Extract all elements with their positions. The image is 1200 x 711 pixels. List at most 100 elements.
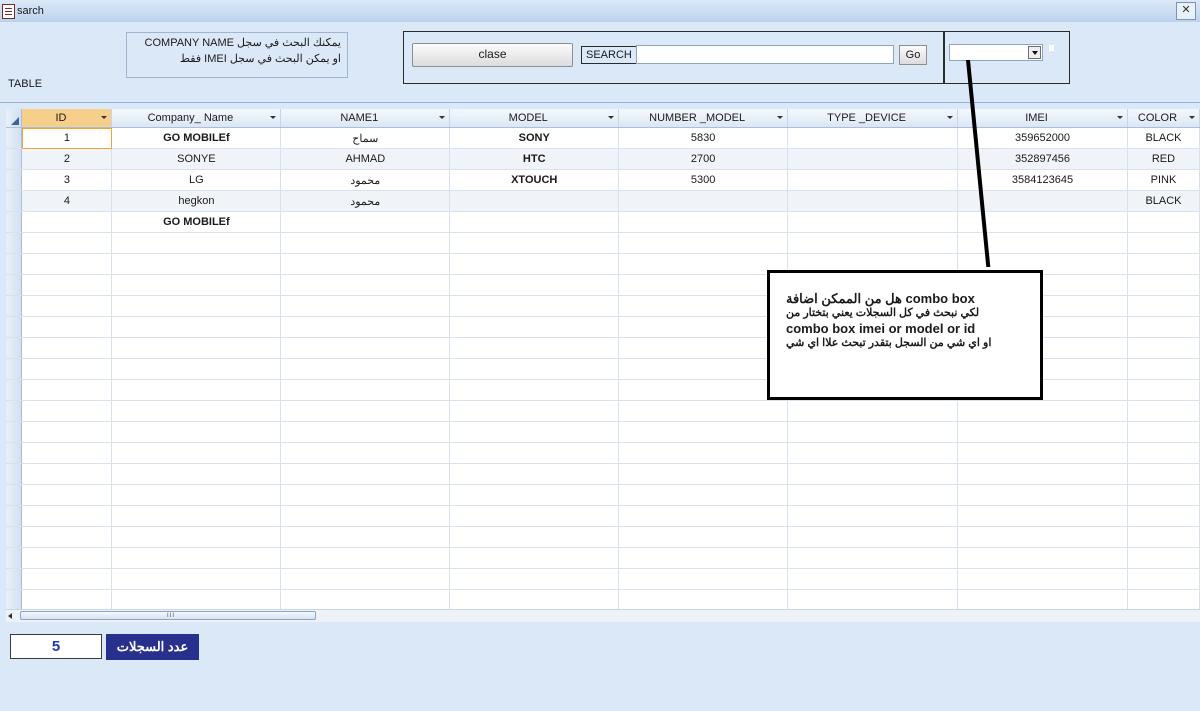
table-cell[interactable]: GO MOBILEf [111,127,282,149]
table-cell[interactable] [280,316,451,338]
table-cell[interactable] [787,190,959,212]
table-cell[interactable]: 4 [21,190,113,212]
table-cell[interactable]: سماح [280,127,451,149]
table-cell[interactable] [280,505,451,527]
record-selector[interactable] [6,568,23,590]
empty-row[interactable] [6,568,1200,590]
table-cell[interactable] [21,400,113,422]
table-cell[interactable]: 2 [21,148,113,170]
table-cell[interactable] [787,421,959,443]
table-cell[interactable] [280,568,451,590]
table-cell[interactable] [1127,253,1200,275]
table-cell[interactable] [787,526,959,548]
record-selector[interactable] [6,148,23,170]
table-cell[interactable] [449,274,620,296]
table-cell[interactable] [449,547,620,569]
table-cell[interactable] [21,379,113,401]
table-cell[interactable] [280,274,451,296]
table-cell[interactable] [1127,505,1200,527]
record-selector[interactable] [6,316,23,338]
table-cell[interactable] [111,316,282,338]
table-cell[interactable]: محمود [280,190,451,212]
record-selector[interactable] [6,358,23,380]
chevron-down-icon[interactable] [101,116,108,119]
table-cell[interactable] [21,484,113,506]
column-header-name1[interactable]: NAME1 [280,109,451,128]
table-cell[interactable] [111,358,282,380]
empty-row[interactable] [6,505,1200,527]
table-cell[interactable] [21,274,113,296]
chevron-down-icon[interactable] [270,116,277,119]
table-cell[interactable]: محمود [280,169,451,191]
table-cell[interactable] [618,295,789,317]
table-cell[interactable] [449,337,620,359]
table-cell[interactable] [618,463,789,485]
table-cell[interactable] [111,484,282,506]
table-cell[interactable] [1127,295,1200,317]
table-cell[interactable]: BLACK [1127,127,1200,149]
window-close-button[interactable]: ✕ [1176,2,1196,20]
table-cell[interactable]: 5300 [618,169,789,191]
record-selector[interactable] [6,295,23,317]
record-selector[interactable] [6,442,23,464]
table-cell[interactable]: SONYE [111,148,282,170]
table-cell[interactable] [111,442,282,464]
table-cell[interactable] [280,337,451,359]
table-cell[interactable] [618,400,789,422]
table-cell[interactable] [618,232,789,254]
column-header-imei[interactable]: IMEI [957,109,1128,128]
table-cell[interactable] [957,421,1128,443]
table-cell[interactable]: BLACK [1127,190,1200,212]
table-cell[interactable] [280,295,451,317]
table-cell[interactable] [280,442,451,464]
table-cell[interactable] [1127,421,1200,443]
table-cell[interactable] [1127,526,1200,548]
table-cell[interactable] [111,379,282,401]
table-cell[interactable] [111,463,282,485]
table-cell[interactable] [787,442,959,464]
record-selector[interactable] [6,589,23,609]
scroll-thumb[interactable]: III [20,611,316,620]
table-row[interactable]: 1 GO MOBILEf سماح SONY 5830 359652000 BLACK [6,127,1200,149]
table-cell[interactable]: 352897456 [957,148,1128,170]
record-selector[interactable] [6,169,23,191]
record-count-field[interactable]: 5 [10,634,102,659]
table-cell[interactable] [787,547,959,569]
table-cell[interactable] [280,400,451,422]
table-cell[interactable] [280,379,451,401]
table-cell[interactable] [618,274,789,296]
table-cell[interactable] [787,232,959,254]
table-cell[interactable] [111,589,282,609]
table-cell[interactable] [280,358,451,380]
empty-row[interactable] [6,484,1200,506]
table-cell[interactable] [449,463,620,485]
field-combo-box[interactable] [949,44,1043,61]
chevron-down-icon[interactable] [608,116,615,119]
record-selector[interactable] [6,547,23,569]
table-cell[interactable] [449,400,620,422]
table-cell[interactable] [618,421,789,443]
table-cell[interactable] [111,400,282,422]
table-cell[interactable]: RED [1127,148,1200,170]
table-cell[interactable] [111,274,282,296]
table-row[interactable]: 2 SONYE AHMAD HTC 2700 352897456 RED [6,148,1200,170]
table-cell[interactable] [21,526,113,548]
table-cell[interactable] [1127,547,1200,569]
table-cell[interactable] [21,211,113,233]
table-cell[interactable] [111,526,282,548]
table-cell[interactable] [957,505,1128,527]
table-cell[interactable] [280,547,451,569]
table-cell[interactable] [449,316,620,338]
table-row[interactable]: GO MOBILEf [6,211,1200,233]
table-cell[interactable] [21,295,113,317]
table-cell[interactable] [787,169,959,191]
search-input[interactable] [636,45,894,64]
table-cell[interactable] [618,589,789,609]
table-cell[interactable] [449,295,620,317]
table-cell[interactable] [787,211,959,233]
empty-row[interactable] [6,463,1200,485]
table-cell[interactable] [957,568,1128,590]
table-cell[interactable] [1127,358,1200,380]
table-cell[interactable] [618,442,789,464]
record-selector[interactable] [6,505,23,527]
